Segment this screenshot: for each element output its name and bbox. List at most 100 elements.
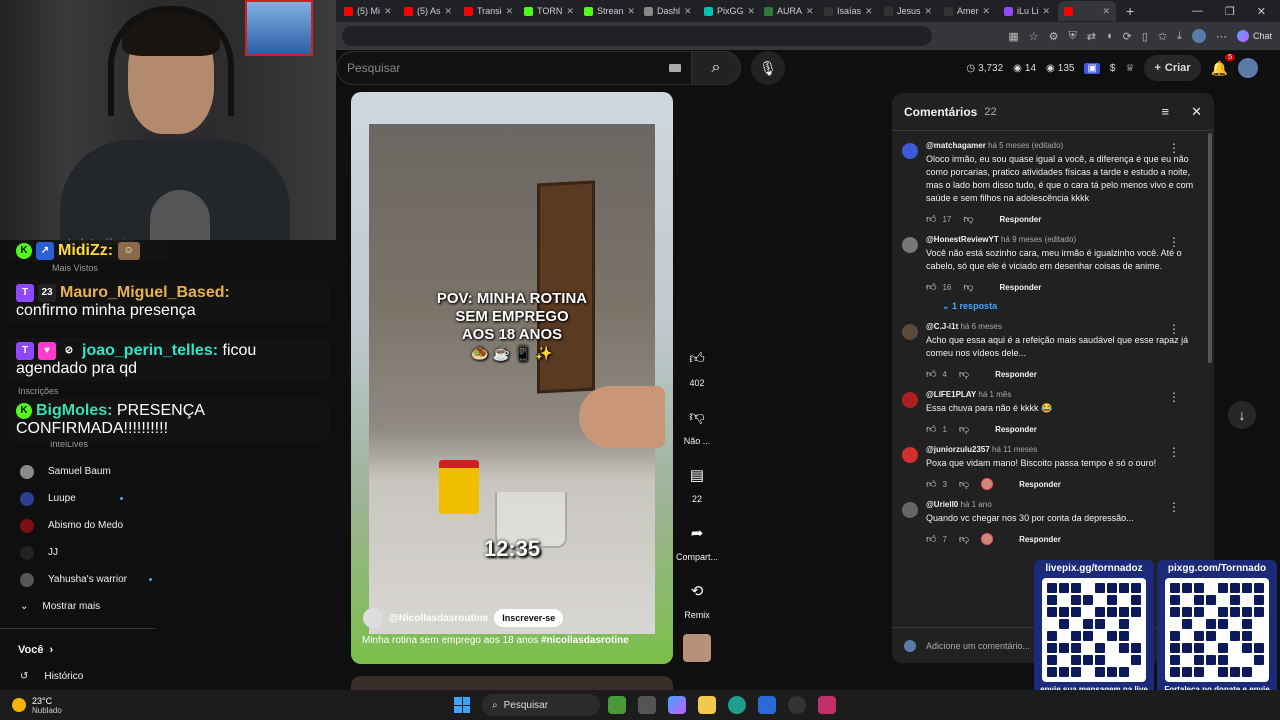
close-tab-icon[interactable]: ✕ — [1043, 6, 1051, 17]
sidebar-item-yahushas-warrior[interactable]: Yahusha's warrior — [0, 566, 336, 593]
hashtag-link[interactable]: #nicollasdasrotine — [541, 635, 629, 646]
copilot-chat-button[interactable]: Chat — [1236, 30, 1272, 42]
account-avatar[interactable] — [1238, 58, 1258, 78]
close-tab-icon[interactable]: ✕ — [566, 6, 574, 17]
commenter-handle[interactable]: @juniorzulu2357 — [926, 445, 990, 454]
browser-tab[interactable]: PixGG ✕ — [698, 1, 756, 21]
copilot-app-icon[interactable] — [668, 696, 686, 714]
history-link[interactable]: ↺ Histórico — [0, 663, 336, 689]
view-replies-button[interactable]: ⌄ 1 resposta — [902, 301, 1214, 312]
browser-tab[interactable]: TORN ✕ — [518, 1, 576, 21]
commenter-avatar[interactable] — [902, 324, 918, 340]
close-tab-icon[interactable]: ✕ — [748, 6, 756, 17]
search-button[interactable]: ⌕ — [691, 51, 741, 85]
profile-avatar[interactable] — [1191, 29, 1206, 43]
more-vert-icon[interactable]: ⋮ — [1168, 445, 1180, 459]
browser-tab[interactable]: Strean ✕ — [578, 1, 636, 21]
more-vert-icon[interactable]: ⋮ — [1168, 235, 1180, 249]
browser-tab[interactable]: AURA ✕ — [758, 1, 816, 21]
sidebar-item-samuel-baum[interactable]: Samuel Baum — [0, 458, 336, 485]
thumbs-up-icon[interactable]: 👍︎ — [926, 423, 936, 435]
commenter-handle[interactable]: @matchagamer — [926, 141, 986, 150]
close-icon[interactable]: ✕ — [1191, 104, 1202, 120]
task-view-icon[interactable] — [638, 696, 656, 714]
comments-button[interactable]: ▤ 22 — [682, 460, 712, 504]
like-button[interactable]: 👍︎ 402 — [682, 344, 712, 388]
close-tab-icon[interactable]: ✕ — [384, 6, 392, 17]
commenter-handle[interactable]: @C.J-i1t — [926, 322, 958, 331]
commenter-handle[interactable]: @LIFE1PLAY — [926, 390, 976, 399]
browser-tab[interactable]: (5) Mi ✕ — [338, 1, 396, 21]
thumbs-down-icon[interactable]: 👎︎ — [959, 423, 969, 435]
translate-icon[interactable]: ⇄ — [1087, 30, 1096, 43]
close-tab-icon[interactable]: ✕ — [628, 6, 636, 17]
you-section-link[interactable]: Você › — [0, 637, 336, 663]
close-tab-icon[interactable]: ✕ — [983, 6, 991, 17]
sound-thumbnail[interactable] — [683, 634, 711, 662]
address-field[interactable] — [342, 26, 932, 46]
keyboard-icon[interactable] — [669, 64, 681, 72]
thumbs-down-icon[interactable]: 👎︎ — [959, 478, 969, 490]
reply-button[interactable]: Responder — [1019, 480, 1061, 489]
commenter-handle[interactable]: @Uriell0 — [926, 500, 958, 509]
remix-button[interactable]: ⟲ Remix — [682, 576, 712, 620]
reply-button[interactable]: Responder — [1000, 215, 1042, 224]
commenter-avatar[interactable] — [902, 447, 918, 463]
browser-tab[interactable]: Transi ✕ — [458, 1, 516, 21]
reply-button[interactable]: Responder — [1000, 283, 1042, 292]
next-video-button[interactable]: ↓ — [1228, 401, 1256, 429]
reply-button[interactable]: Responder — [995, 370, 1037, 379]
close-window-icon[interactable]: ✕ — [1257, 5, 1266, 18]
sidebar-item-jj[interactable]: JJ — [0, 539, 336, 566]
close-tab-icon[interactable]: ✕ — [1102, 6, 1110, 17]
channel-avatar[interactable] — [363, 608, 383, 628]
thumbs-down-icon[interactable]: 👎︎ — [959, 533, 969, 545]
weather-widget[interactable]: 23°C Nublado — [0, 696, 440, 715]
browser-tab[interactable]: Jesus ✕ — [878, 1, 936, 21]
reply-button[interactable]: Responder — [995, 425, 1037, 434]
commenter-handle[interactable]: @HonestReviewYT — [926, 235, 999, 244]
notifications-button[interactable]: 🔔 5 — [1211, 53, 1235, 77]
close-tab-icon[interactable]: ✕ — [865, 6, 873, 17]
voice-search-button[interactable]: 🎙 — [751, 51, 785, 85]
more-vert-icon[interactable]: ⋮ — [1168, 390, 1180, 404]
create-button[interactable]: + Criar — [1144, 55, 1201, 81]
thumbs-up-icon[interactable]: 👍︎ — [926, 213, 936, 225]
widgets-app-icon[interactable] — [608, 696, 626, 714]
extension-badge-icon[interactable]: ▣ — [1084, 62, 1100, 74]
shield-icon[interactable]: ⛨ — [1068, 30, 1076, 43]
more-vert-icon[interactable]: ⋮ — [1168, 141, 1180, 155]
browser-tab[interactable]: (5) As ✕ — [398, 1, 456, 21]
star-icon[interactable]: ☆ — [1029, 30, 1039, 43]
thumbs-up-icon[interactable]: 👍︎ — [926, 368, 936, 380]
show-more-button[interactable]: ⌄ Mostrar mais — [0, 593, 336, 620]
thumbs-up-icon[interactable]: 👍︎ — [926, 533, 936, 545]
close-tab-icon[interactable]: ✕ — [684, 6, 692, 17]
more-vert-icon[interactable]: ⋮ — [1168, 500, 1180, 514]
dislike-button[interactable]: 👎︎ Não ... — [682, 402, 712, 446]
thumbs-up-icon[interactable]: 👍︎ — [926, 281, 936, 293]
browser-tab[interactable]: ✕ — [1058, 1, 1116, 21]
extension-icon[interactable]: ⚙ — [1049, 30, 1059, 43]
commenter-avatar[interactable] — [902, 392, 918, 408]
commenter-avatar[interactable] — [902, 143, 918, 159]
commenter-avatar[interactable] — [902, 237, 918, 253]
split-icon[interactable]: ▯ — [1142, 30, 1148, 43]
browser-tab[interactable]: Amer ✕ — [938, 1, 996, 21]
restore-icon[interactable]: ❐ — [1225, 5, 1235, 18]
grid-icon[interactable]: ▦ — [1008, 30, 1018, 43]
minimize-icon[interactable]: — — [1192, 5, 1203, 18]
sidebar-item-luupe[interactable]: Luupe — [0, 485, 336, 512]
close-tab-icon[interactable]: ✕ — [925, 6, 933, 17]
edge-browser-icon[interactable] — [728, 696, 746, 714]
taskbar-search[interactable]: ⌕ Pesquisar — [482, 694, 600, 716]
file-explorer-icon[interactable] — [698, 696, 716, 714]
close-tab-icon[interactable]: ✕ — [806, 6, 814, 17]
thumbs-down-icon[interactable]: 👎︎ — [959, 368, 969, 380]
trophy-icon[interactable]: ♕ — [1125, 63, 1134, 74]
windows-start-icon[interactable] — [454, 697, 470, 713]
search-input[interactable]: Pesquisar — [336, 51, 691, 85]
thumbs-up-icon[interactable]: 👍︎ — [926, 478, 936, 490]
subscribe-button[interactable]: Inscrever-se — [494, 609, 564, 627]
thumbs-down-icon[interactable]: 👎︎ — [963, 213, 973, 225]
